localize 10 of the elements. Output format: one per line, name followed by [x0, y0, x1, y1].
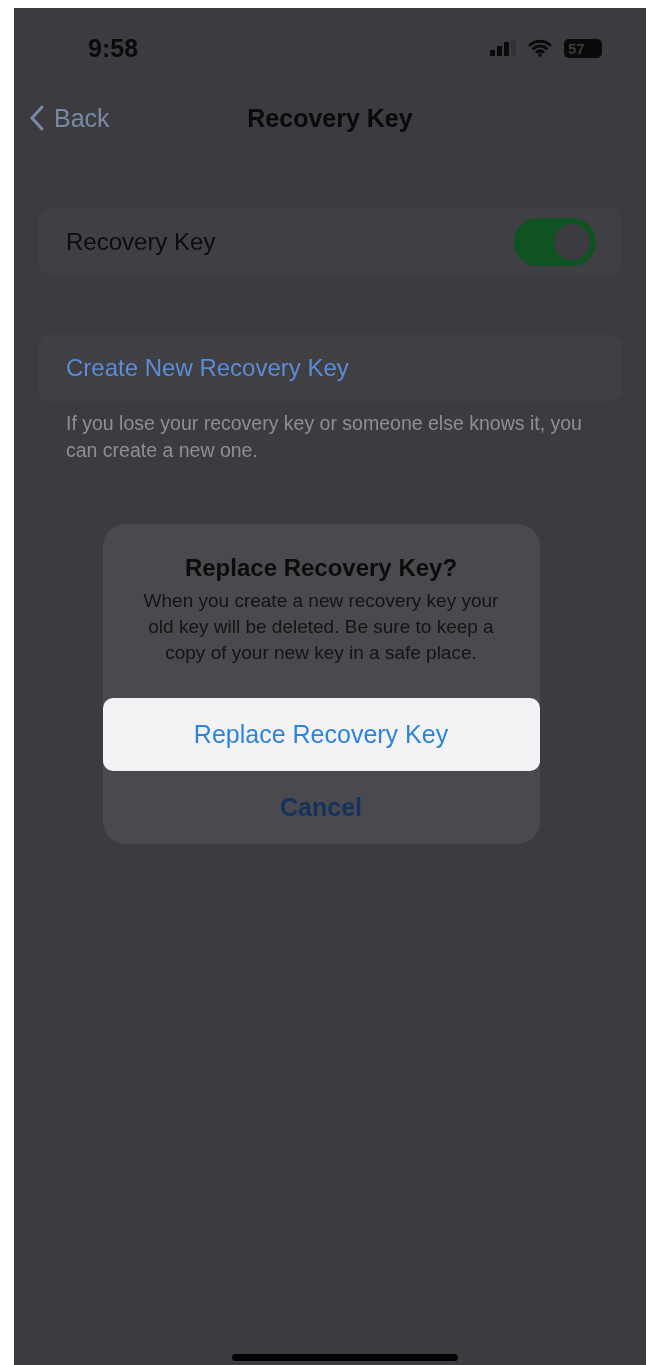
toggle-switch[interactable] — [514, 218, 596, 266]
back-button[interactable]: Back — [30, 103, 110, 133]
footer-note: If you lose your recovery key or someone else knows it, you can create a new one. — [66, 411, 583, 463]
create-key-link[interactable]: Create New Recovery Key — [66, 354, 349, 382]
signal-icon — [490, 40, 516, 56]
replace-button[interactable]: Replace Recovery Key — [102, 698, 540, 771]
alert-title: Replace Recovery Key? — [184, 554, 458, 582]
chevron-left-icon — [30, 105, 44, 131]
wifi-icon — [528, 39, 552, 57]
alert-message: When you create a new recovery key your old key will be deleted. Be sure to keep a copy of your new key in a safe place. — [142, 589, 500, 665]
